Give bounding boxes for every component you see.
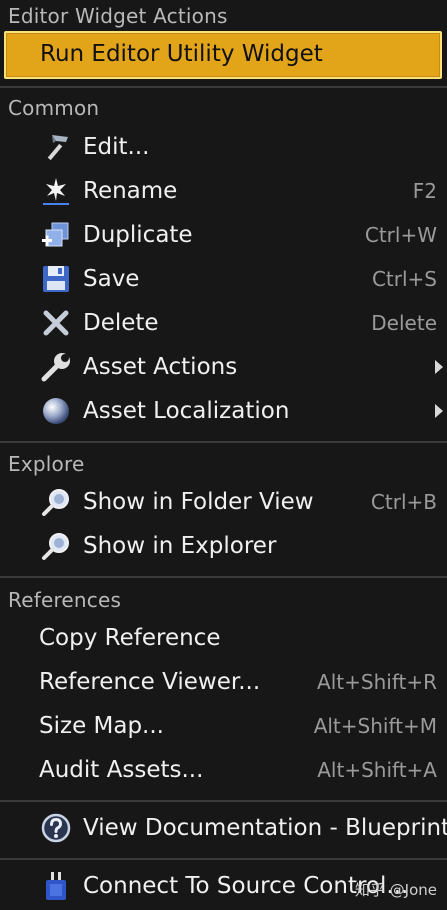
rename-star-icon	[38, 173, 74, 209]
menu-item-view-documentation[interactable]: View Documentation - Blueprint	[0, 806, 447, 850]
run-editor-utility-widget-button[interactable]: Run Editor Utility Widget	[4, 31, 442, 79]
wrench-icon	[38, 349, 74, 385]
divider	[0, 441, 447, 443]
shortcut-label: Delete	[371, 311, 437, 335]
section-title-references: References	[8, 588, 122, 612]
divider	[0, 576, 447, 578]
menu-item-edit[interactable]: Edit...	[0, 125, 447, 169]
divider	[0, 858, 447, 860]
shortcut-label: Alt+Shift+R	[317, 670, 437, 694]
magnifier-icon	[38, 484, 74, 520]
divider	[0, 800, 447, 802]
menu-item-delete[interactable]: Delete Delete	[0, 301, 447, 345]
menu-item-size-map[interactable]: Size Map... Alt+Shift+M	[0, 704, 447, 748]
menu-item-save[interactable]: Save Ctrl+S	[0, 257, 447, 301]
menu-item-label: Rename	[83, 178, 178, 204]
delete-x-icon	[38, 305, 74, 341]
shortcut-label: Ctrl+W	[364, 223, 437, 247]
duplicate-icon	[38, 217, 74, 253]
submenu-arrow-icon	[435, 360, 443, 374]
section-title-common: Common	[8, 96, 100, 120]
menu-item-asset-actions[interactable]: Asset Actions	[0, 345, 447, 389]
context-menu: Editor Widget Actions Run Editor Utility…	[0, 0, 447, 910]
menu-item-label: Asset Actions	[83, 354, 238, 380]
shortcut-label: F2	[412, 179, 437, 203]
menu-item-label: Show in Folder View	[83, 489, 314, 515]
magnifier-icon	[38, 528, 74, 564]
menu-item-label: View Documentation - Blueprint	[83, 815, 447, 841]
submenu-arrow-icon	[435, 404, 443, 418]
menu-item-reference-viewer[interactable]: Reference Viewer... Alt+Shift+R	[0, 660, 447, 704]
save-disk-icon	[38, 261, 74, 297]
watermark-text: 知乎 @Jone	[354, 881, 437, 899]
menu-item-label: Copy Reference	[39, 625, 221, 651]
menu-item-label: Asset Localization	[83, 398, 290, 424]
menu-item-audit-assets[interactable]: Audit Assets... Alt+Shift+A	[0, 748, 447, 792]
menu-item-label: Delete	[83, 310, 159, 336]
source-control-plug-icon	[38, 868, 74, 904]
shortcut-label: Ctrl+B	[370, 490, 437, 514]
shortcut-label: Ctrl+S	[371, 267, 437, 291]
menu-item-label: Save	[83, 266, 140, 292]
run-editor-utility-widget-label: Run Editor Utility Widget	[40, 41, 323, 67]
menu-item-rename[interactable]: Rename F2	[0, 169, 447, 213]
menu-item-copy-reference[interactable]: Copy Reference	[0, 616, 447, 660]
section-title-editor-widget-actions: Editor Widget Actions	[8, 4, 228, 28]
menu-item-label: Show in Explorer	[83, 533, 277, 559]
shortcut-label: Alt+Shift+M	[313, 714, 437, 738]
menu-item-asset-localization[interactable]: Asset Localization	[0, 389, 447, 433]
help-icon	[38, 810, 74, 846]
divider	[0, 86, 447, 88]
globe-icon	[38, 393, 74, 429]
menu-item-label: Size Map...	[39, 713, 164, 739]
section-title-explore: Explore	[8, 452, 85, 476]
hammer-icon	[38, 129, 74, 165]
menu-item-duplicate[interactable]: Duplicate Ctrl+W	[0, 213, 447, 257]
menu-item-label: Reference Viewer...	[39, 669, 261, 695]
menu-item-label: Edit...	[83, 134, 150, 160]
menu-item-label: Duplicate	[83, 222, 193, 248]
menu-item-show-in-explorer[interactable]: Show in Explorer	[0, 524, 447, 568]
menu-item-show-in-folder-view[interactable]: Show in Folder View Ctrl+B	[0, 480, 447, 524]
menu-item-label: Audit Assets...	[39, 757, 204, 783]
shortcut-label: Alt+Shift+A	[317, 758, 437, 782]
